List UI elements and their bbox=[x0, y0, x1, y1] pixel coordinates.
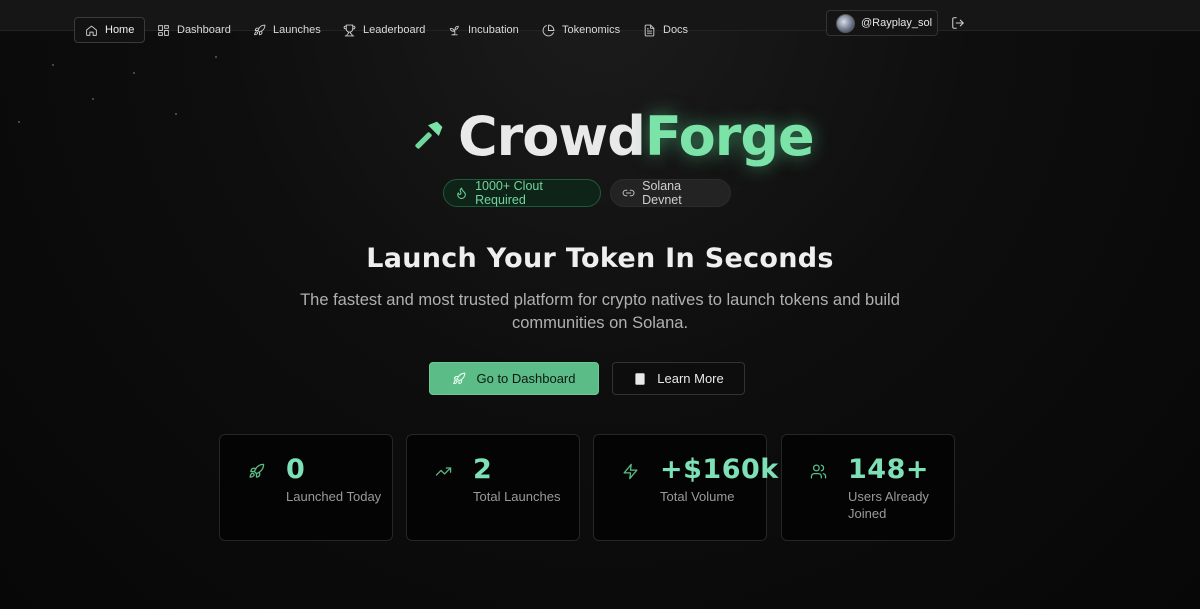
stat-label: Launched Today bbox=[286, 489, 382, 504]
stat-card-total-volume: +$160k Total Volume bbox=[593, 434, 778, 541]
stat-value: 0 bbox=[286, 454, 306, 485]
home-icon bbox=[86, 25, 97, 36]
stat-card-launched-today: 0 Launched Today bbox=[219, 434, 393, 541]
user-profile-chip[interactable]: @Rayplay_sol bbox=[826, 10, 938, 36]
brand-wordmark-part1: Crowd bbox=[458, 104, 646, 168]
grid-icon bbox=[158, 24, 169, 36]
brand-wordmark: CrowdForge bbox=[458, 104, 815, 168]
nav-item-leaderboard[interactable]: Leaderboard bbox=[333, 17, 435, 43]
nav-item-incubation[interactable]: Incubation bbox=[438, 17, 529, 43]
nav-item-label: Incubation bbox=[468, 24, 519, 36]
stat-label: Total Volume bbox=[660, 489, 735, 504]
nav-item-label: Tokenomics bbox=[562, 24, 621, 36]
clout-requirement-badge: 1000+ Clout Required bbox=[443, 179, 601, 207]
network-label: Solana Devnet bbox=[642, 179, 682, 207]
document-icon bbox=[644, 24, 655, 36]
nav-item-label: Launches bbox=[273, 24, 321, 36]
trophy-icon bbox=[343, 24, 356, 36]
users-icon bbox=[810, 463, 828, 481]
logout-button[interactable] bbox=[951, 16, 967, 32]
trending-up-icon bbox=[435, 463, 453, 481]
stat-label: Users Already Joined bbox=[848, 489, 929, 521]
stat-card-users-joined: 148+ Users Already Joined bbox=[781, 434, 955, 541]
top-navbar: Home Dashboard Launches Leaderboard Incu… bbox=[0, 0, 1200, 43]
page-subtext: The fastest and most trusted platform fo… bbox=[300, 291, 900, 332]
nav-item-dashboard[interactable]: Dashboard bbox=[147, 17, 241, 43]
nav-item-docs[interactable]: Docs bbox=[633, 17, 698, 43]
page-headline: Launch Your Token In Seconds bbox=[366, 243, 834, 274]
nav-item-launches[interactable]: Launches bbox=[243, 17, 331, 43]
stat-card-total-launches: 2 Total Launches bbox=[406, 434, 580, 541]
bolt-icon bbox=[622, 463, 640, 481]
brand-logo: CrowdForge bbox=[410, 104, 815, 168]
sprout-icon bbox=[449, 25, 459, 35]
learn-more-button[interactable]: Learn More bbox=[612, 362, 745, 395]
clout-requirement-label: 1000+ Clout Required bbox=[475, 179, 543, 207]
user-handle: @Rayplay_sol bbox=[861, 17, 933, 29]
brand-wordmark-part2: Forge bbox=[644, 104, 815, 168]
stat-value: 2 bbox=[473, 454, 493, 485]
nav-item-label: Leaderboard bbox=[363, 24, 426, 36]
network-badge: Solana Devnet bbox=[610, 179, 731, 207]
rocket-icon bbox=[254, 24, 266, 35]
pie-icon bbox=[542, 24, 555, 36]
stat-label: Total Launches bbox=[473, 489, 561, 504]
nav-item-label: Home bbox=[105, 24, 135, 36]
book-icon bbox=[635, 372, 645, 385]
go-to-dashboard-button[interactable]: Go to Dashboard bbox=[429, 362, 599, 395]
nav-item-label: Dashboard bbox=[177, 24, 231, 36]
nav-item-home[interactable]: Home bbox=[74, 17, 146, 43]
go-to-dashboard-label: Go to Dashboard bbox=[476, 371, 576, 386]
link-icon bbox=[622, 189, 635, 197]
hammer-icon bbox=[415, 121, 443, 149]
learn-more-label: Learn More bbox=[657, 371, 724, 386]
flame-icon bbox=[457, 187, 466, 199]
stat-value: +$160k bbox=[660, 454, 779, 485]
rocket-icon bbox=[453, 372, 466, 384]
logout-icon bbox=[952, 17, 964, 29]
nav-item-label: Docs bbox=[663, 24, 689, 36]
nav-item-tokenomics[interactable]: Tokenomics bbox=[532, 17, 630, 43]
avatar bbox=[836, 13, 855, 33]
rocket-icon bbox=[248, 463, 266, 481]
stat-value: 148+ bbox=[848, 454, 929, 485]
